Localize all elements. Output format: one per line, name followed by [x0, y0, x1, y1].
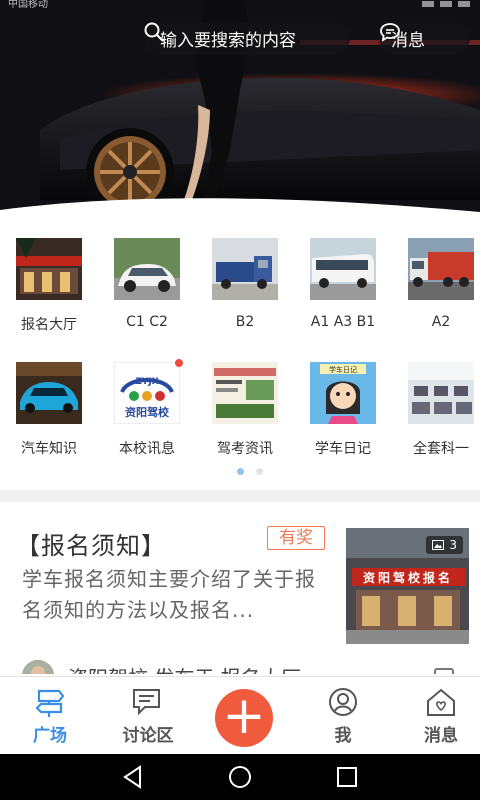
school-logo-image: ZYJX 资阳驾校 [114, 358, 184, 424]
system-nav-bar [0, 754, 480, 800]
category-label: B2 [235, 314, 255, 330]
wifi-icon [422, 1, 434, 7]
image-icon [432, 540, 445, 550]
tab-me[interactable]: 我 [295, 677, 391, 755]
exam-room-image [408, 362, 474, 424]
page-dot [256, 468, 263, 475]
profile-icon [329, 688, 357, 716]
category-label: 驾考资讯 [217, 441, 273, 457]
image-count-badge: 3 [426, 536, 463, 554]
add-post-button[interactable]: + [215, 689, 273, 747]
semi-truck-image [408, 238, 474, 300]
diary-title-text: 学车日记 [329, 365, 357, 374]
author-info: 资阳驾校 发布于 报名大厅 [68, 662, 301, 674]
tab-messages[interactable]: 消息 [393, 677, 480, 755]
bus-image [310, 238, 376, 300]
avatar[interactable] [22, 660, 54, 674]
discussion-icon [133, 689, 160, 716]
tab-label: 我 [334, 726, 352, 746]
search-icon [144, 22, 164, 42]
news-title: 【报名须知】 [16, 532, 166, 560]
diary-image: 学车日记 [310, 362, 376, 424]
category-label: 报名大厅 [21, 317, 77, 333]
status-bar: 中国移动 [0, 0, 480, 10]
more-options-icon[interactable] [434, 668, 454, 674]
category-registration-hall[interactable]: 报名大厅 [6, 238, 92, 334]
page-dot-active [237, 468, 244, 475]
page-indicator [237, 468, 263, 475]
hero-banner[interactable]: 中国移动 输入要搜索的内容 消息 [0, 0, 480, 226]
tab-label: 讨论区 [122, 726, 174, 746]
section-divider [0, 490, 480, 502]
category-exam-news[interactable]: 驾考资讯 [202, 362, 288, 458]
category-school-news[interactable]: ZYJX 资阳驾校 本校讯息 [104, 358, 190, 458]
image-count: 3 [449, 538, 457, 552]
tab-plaza[interactable]: 广场 [2, 677, 98, 755]
registration-hall-image [16, 238, 82, 300]
news-description: 学车报名须知主要介绍了关于报名须知的方法以及报名... [22, 567, 316, 622]
recents-icon[interactable] [334, 764, 360, 790]
category-learning-diary[interactable]: 学车日记 学车日记 [300, 362, 386, 458]
category-label: C1 C2 [126, 314, 168, 330]
news-card[interactable]: 【报名须知】 有奖 学车报名须知主要介绍了关于报名须知的方法以及报名... 资阳… [0, 502, 480, 674]
chat-bubble-icon [380, 23, 400, 42]
category-label: 全套科一 [413, 441, 469, 457]
search-placeholder: 输入要搜索的内容 [160, 31, 296, 51]
reward-badge: 有奖 [267, 526, 325, 550]
category-c1-c2[interactable]: C1 C2 [104, 238, 190, 330]
home-icon[interactable] [227, 764, 253, 790]
messages-button[interactable]: 消息 [379, 22, 470, 55]
sedan-image [114, 238, 180, 300]
sports-car-image [16, 362, 82, 424]
category-label: 学车日记 [315, 441, 371, 457]
carrier-name: 中国移动 [8, 0, 48, 10]
school-logo-text: ZYJX [135, 377, 158, 387]
thumbnail-sign-text: 资阳驾校报名 [363, 570, 453, 585]
author-row[interactable]: 资阳驾校 发布于 报名大厅 [22, 660, 472, 674]
bottom-tab-bar: 广场 讨论区 + 我 消息 [0, 676, 480, 754]
category-a1-a3-b1[interactable]: A1 A3 B1 [300, 238, 386, 330]
signal-icon [440, 1, 452, 7]
category-car-knowledge[interactable]: 汽车知识 [6, 362, 92, 458]
battery-icon [458, 1, 470, 7]
tab-label: 消息 [424, 726, 458, 746]
tab-discussion[interactable]: 讨论区 [100, 677, 196, 755]
truck-image [212, 238, 278, 300]
back-icon[interactable] [120, 764, 146, 790]
tab-label: 广场 [33, 726, 67, 746]
category-grid: 报名大厅 C1 C2 B2 A1 A3 B1 A2 汽车知识 ZYJX 资阳驾校… [0, 228, 480, 490]
search-bar[interactable]: 输入要搜索的内容 [144, 22, 350, 55]
category-b2[interactable]: B2 [202, 238, 288, 330]
exam-news-image [212, 362, 278, 424]
category-label: 汽车知识 [21, 441, 77, 457]
plus-icon: + [222, 686, 266, 746]
home-heart-icon [427, 688, 455, 716]
category-a2[interactable]: A2 [398, 238, 480, 330]
school-logo-name: 资阳驾校 [125, 405, 170, 419]
news-thumbnail[interactable]: 资阳驾校报名 3 [346, 528, 469, 644]
category-label: A1 A3 B1 [310, 314, 376, 330]
category-full-subject-one[interactable]: 全套科一 [398, 362, 480, 458]
category-label: A2 [431, 314, 451, 330]
new-badge-dot [174, 358, 184, 368]
category-label: 本校讯息 [119, 441, 175, 457]
plaza-signpost-icon [35, 689, 65, 717]
